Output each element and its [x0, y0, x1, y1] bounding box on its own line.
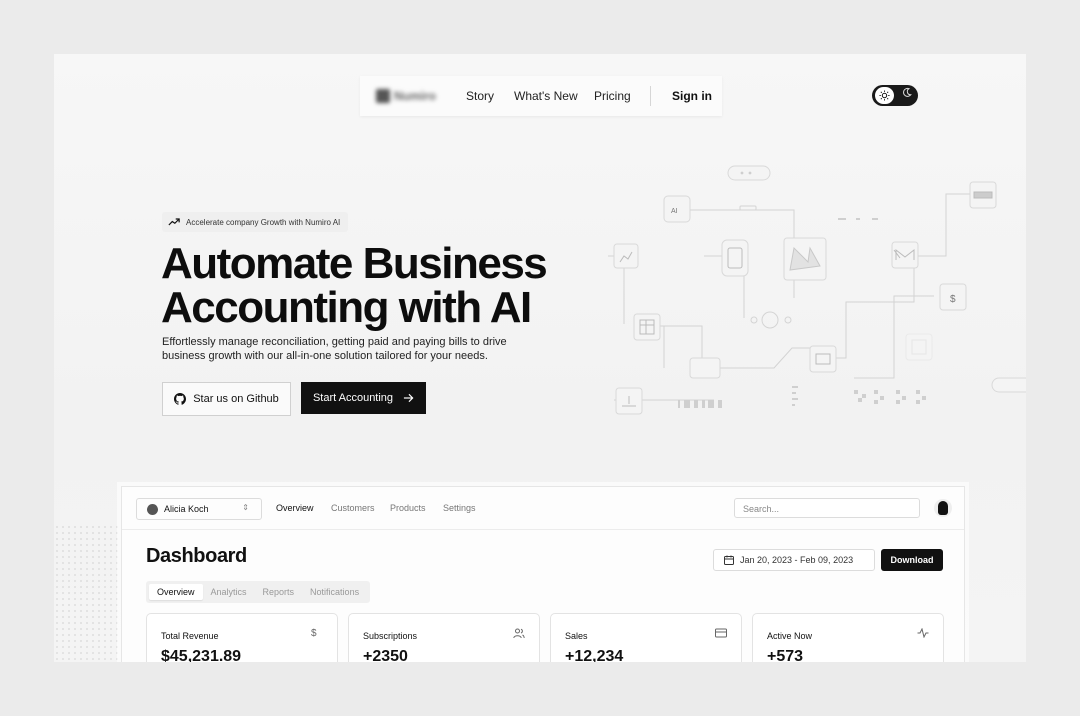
- stat-card-value: +12,234: [565, 648, 624, 662]
- nav-link-whats-new[interactable]: What's New: [514, 89, 578, 103]
- stat-card-title: Total Revenue: [161, 631, 219, 641]
- brand-logo[interactable]: Numiro: [376, 88, 442, 104]
- hero-subtitle-line-1: Effortlessly manage reconciliation, gett…: [162, 336, 507, 348]
- sun-icon: [875, 87, 894, 104]
- star-on-github-button[interactable]: Star us on Github: [162, 382, 291, 416]
- top-nav: Numiro Story What's New Pricing Sign in: [360, 76, 722, 116]
- date-range-picker[interactable]: Jan 20, 2023 - Feb 09, 2023: [713, 549, 875, 571]
- account-name: Alicia Koch: [164, 504, 209, 514]
- dashboard-nav-customers[interactable]: Customers: [331, 503, 375, 513]
- hero-title-line-1: Automate Business: [161, 239, 548, 288]
- logo-mark-icon: [376, 89, 390, 103]
- arrow-right-icon: [403, 393, 414, 403]
- dashboard-tabs: Overview Analytics Reports Notifications: [146, 581, 371, 603]
- dashboard-nav-products[interactable]: Products: [390, 503, 426, 513]
- illustration-ai-label: AI: [671, 208, 678, 215]
- logo-wordmark: Numiro: [394, 89, 436, 103]
- tab-analytics[interactable]: Analytics: [203, 584, 255, 600]
- nav-divider: [650, 86, 651, 106]
- stat-card-value: +573: [767, 648, 804, 662]
- sign-in-link[interactable]: Sign in: [672, 89, 712, 103]
- download-button[interactable]: Download: [881, 549, 943, 571]
- stat-card-value: +2350: [363, 648, 408, 662]
- hero-badge: Accelerate company Growth with Numiro AI: [162, 212, 349, 232]
- stat-card-title: Active Now: [767, 631, 813, 641]
- moon-icon: [902, 87, 912, 101]
- account-switcher[interactable]: Alicia Koch ⇕: [136, 498, 262, 520]
- stat-card-sales: Sales +12,234: [550, 613, 742, 662]
- account-avatar: [147, 503, 158, 515]
- illustration-dollar-label: $: [950, 294, 956, 305]
- dashboard-nav-settings[interactable]: Settings: [443, 503, 476, 513]
- start-button-label: Start Accounting: [312, 392, 394, 404]
- activity-icon: [917, 627, 929, 640]
- date-range-text: Jan 20, 2023 - Feb 09, 2023: [740, 555, 854, 565]
- dashboard-preview: Alicia Koch ⇕ Overview Customers Product…: [121, 486, 965, 662]
- trending-up-icon: [168, 218, 180, 226]
- start-accounting-button[interactable]: Start Accounting: [301, 382, 426, 414]
- users-icon: [513, 628, 525, 640]
- calendar-icon: [724, 555, 734, 565]
- dashboard-title: Dashboard: [146, 545, 247, 567]
- stat-card-total-revenue: Total Revenue $ $45,231.89: [146, 613, 338, 662]
- nav-link-pricing[interactable]: Pricing: [594, 89, 631, 103]
- chevron-up-down-icon: ⇕: [242, 503, 249, 512]
- dollar-icon: $: [311, 628, 317, 639]
- user-avatar[interactable]: [934, 499, 952, 517]
- tab-reports[interactable]: Reports: [255, 584, 303, 600]
- github-icon: [174, 393, 187, 405]
- dashboard-nav-overview[interactable]: Overview: [276, 503, 314, 513]
- github-button-label: Star us on Github: [193, 393, 279, 405]
- dashboard-top-bar: Alicia Koch ⇕ Overview Customers Product…: [122, 487, 964, 530]
- tab-notifications[interactable]: Notifications: [302, 584, 367, 600]
- tab-overview[interactable]: Overview: [149, 584, 203, 600]
- stat-card-subscriptions: Subscriptions +2350: [348, 613, 540, 662]
- theme-toggle[interactable]: [872, 85, 918, 106]
- decorative-dot-grid: [54, 524, 124, 662]
- hero-title-line-2: Accounting with AI: [161, 283, 532, 332]
- nav-link-story[interactable]: Story: [466, 89, 494, 103]
- dashboard-search-input[interactable]: Search...: [734, 498, 920, 518]
- stat-card-value: $45,231.89: [161, 648, 242, 662]
- landing-page: Numiro Story What's New Pricing Sign in …: [54, 54, 1026, 662]
- stat-card-active-now: Active Now +573: [752, 613, 944, 662]
- credit-card-icon: [715, 628, 727, 640]
- stat-card-title: Subscriptions: [363, 631, 418, 641]
- hero-title: Automate Business Accounting with AI: [161, 239, 548, 332]
- hero-subtitle-line-2: business growth with our all-in-one solu…: [162, 350, 488, 362]
- hero-badge-text: Accelerate company Growth with Numiro AI: [186, 217, 341, 227]
- integration-illustration: AI $: [608, 165, 1026, 415]
- stat-card-title: Sales: [565, 631, 588, 641]
- hero-subtitle: Effortlessly manage reconciliation, gett…: [162, 335, 512, 363]
